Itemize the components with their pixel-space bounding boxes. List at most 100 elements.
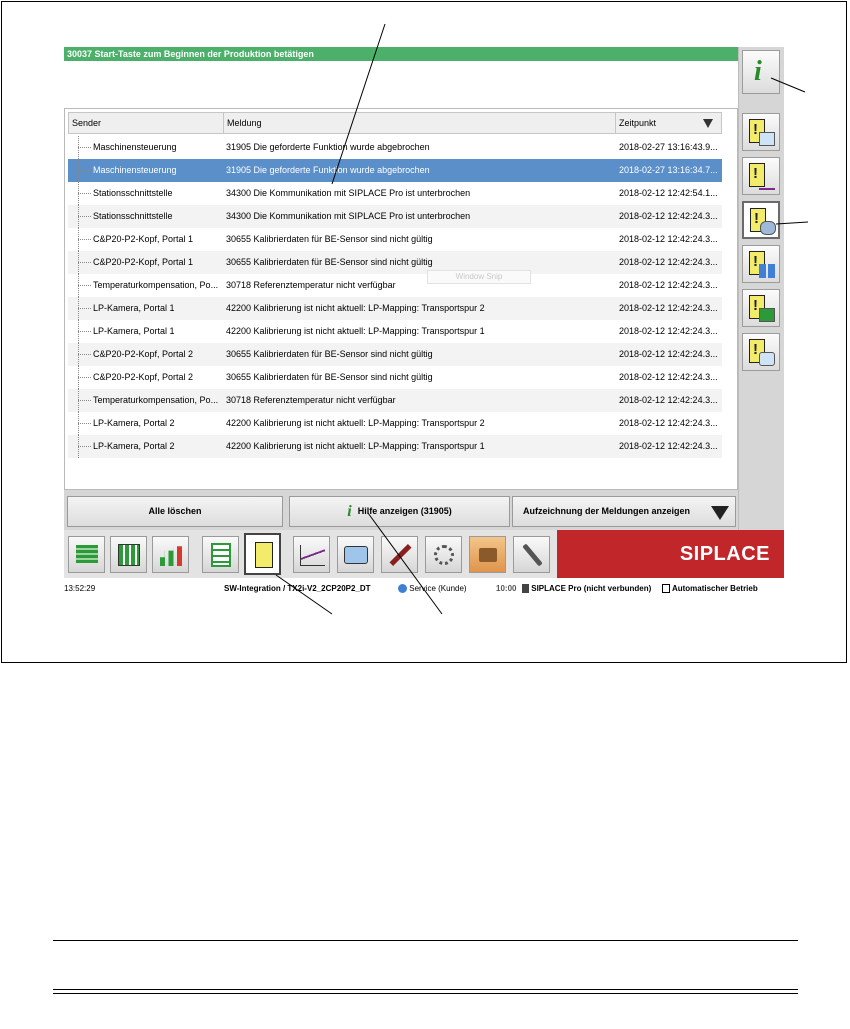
table-header: Sender Meldung Zeitpunkt bbox=[68, 112, 722, 134]
cell-time: 2018-02-12 12:42:24.3... bbox=[619, 211, 718, 221]
window-snip-overlay: Window Snip bbox=[427, 270, 531, 284]
status-user: Service (Kunde) bbox=[398, 582, 467, 596]
message-feeder-button[interactable] bbox=[742, 289, 780, 327]
user-icon bbox=[398, 584, 407, 594]
tree-connector bbox=[78, 400, 91, 401]
cell-time: 2018-02-12 12:42:24.3... bbox=[619, 395, 718, 405]
tree-connector bbox=[78, 262, 91, 263]
table-row[interactable]: Stationsschnittstelle 34300 Die Kommunika… bbox=[68, 182, 722, 205]
message-bars-button[interactable] bbox=[742, 245, 780, 283]
cell-message: 30655 Kalibrierdaten für BE-Sensor sind … bbox=[226, 257, 433, 267]
cell-sender: LP-Kamera, Portal 1 bbox=[93, 326, 175, 336]
toolbar-camera-button[interactable] bbox=[337, 536, 374, 573]
toolbar-grid-button[interactable] bbox=[110, 536, 147, 573]
cell-message: 30655 Kalibrierdaten für BE-Sensor sind … bbox=[226, 372, 433, 382]
cell-sender: C&P20-P2-Kopf, Portal 1 bbox=[93, 234, 194, 244]
cell-time: 2018-02-12 12:42:24.3... bbox=[619, 418, 718, 428]
cell-sender: Maschinensteuerung bbox=[93, 142, 177, 152]
mode-icon bbox=[662, 584, 670, 594]
tree-connector bbox=[78, 216, 91, 217]
cell-time: 2018-02-12 12:42:24.3... bbox=[619, 303, 718, 313]
line-chart-icon bbox=[300, 545, 325, 566]
cell-sender: LP-Kamera, Portal 2 bbox=[93, 441, 175, 451]
info-button[interactable]: i bbox=[742, 50, 780, 94]
toolbar-layout-button[interactable] bbox=[202, 536, 239, 573]
message-monitor-button[interactable] bbox=[742, 113, 780, 151]
message-camera-button[interactable] bbox=[742, 333, 780, 371]
column-header-message[interactable]: Meldung bbox=[224, 113, 616, 133]
table-row[interactable]: Temperaturkompensation, Po... 30718 Refer… bbox=[68, 389, 722, 412]
show-log-button[interactable]: Aufzeichnung der Meldungen anzeigen bbox=[512, 496, 736, 527]
table-row[interactable]: Stationsschnittstelle 34300 Die Kommunika… bbox=[68, 205, 722, 228]
bar-chart-icon bbox=[160, 546, 182, 566]
table-row[interactable]: C&P20-P2-Kopf, Portal 1 30655 Kalibrierda… bbox=[68, 251, 722, 274]
cell-sender: Temperaturkompensation, Po... bbox=[93, 280, 219, 290]
tree-connector bbox=[78, 239, 91, 240]
cell-message: 30718 Referenztemperatur nicht verfügbar bbox=[226, 395, 396, 405]
toolbar-stack-button[interactable] bbox=[68, 536, 105, 573]
toolbar-wrench-button[interactable] bbox=[513, 536, 550, 573]
table-row[interactable]: C&P20-P2-Kopf, Portal 2 30655 Kalibrierda… bbox=[68, 343, 722, 366]
show-help-button[interactable]: i Hilfe anzeigen (31905) bbox=[289, 496, 510, 527]
main-toolbar: SIPLACE bbox=[64, 530, 784, 578]
toolbar-barchart-button[interactable] bbox=[152, 536, 189, 573]
cell-time: 2018-02-12 12:42:24.3... bbox=[619, 257, 718, 267]
message-operator-button[interactable] bbox=[742, 201, 780, 239]
toolbar-tool-button[interactable] bbox=[381, 536, 418, 573]
oil-can-icon bbox=[479, 548, 497, 562]
messages-icon bbox=[255, 542, 273, 568]
cell-time: 2018-02-12 12:42:24.3... bbox=[619, 234, 718, 244]
tool-icon bbox=[389, 544, 412, 566]
table-row[interactable]: Maschinensteuerung 31905 Die geforderte F… bbox=[68, 136, 722, 159]
toolbar-oil-button[interactable] bbox=[469, 536, 506, 573]
status-clock: 13:52:29 bbox=[64, 584, 96, 593]
cell-time: 2018-02-27 13:16:34.7... bbox=[619, 165, 718, 175]
table-row[interactable]: LP-Kamera, Portal 2 42200 Kalibrierung is… bbox=[68, 435, 722, 458]
status-user-time: 10:00 bbox=[496, 584, 517, 593]
tree-connector bbox=[78, 285, 91, 286]
table-row[interactable]: LP-Kamera, Portal 1 42200 Kalibrierung is… bbox=[68, 297, 722, 320]
hand-subicon bbox=[760, 221, 776, 235]
cell-sender: Temperaturkompensation, Po... bbox=[93, 395, 219, 405]
tree-connector bbox=[78, 446, 91, 447]
table-row[interactable]: LP-Kamera, Portal 1 42200 Kalibrierung is… bbox=[68, 320, 722, 343]
monitor-subicon bbox=[759, 132, 775, 146]
layout-icon bbox=[211, 543, 231, 567]
hand-gear-icon bbox=[434, 545, 454, 565]
cell-sender: Stationsschnittstelle bbox=[93, 188, 173, 198]
feeder-subicon bbox=[759, 308, 775, 322]
message-chart-button[interactable] bbox=[742, 157, 780, 195]
message-table: Sender Meldung Zeitpunkt Maschinensteuer… bbox=[64, 108, 738, 490]
table-row[interactable]: LP-Kamera, Portal 2 42200 Kalibrierung is… bbox=[68, 412, 722, 435]
toolbar-messages-button[interactable] bbox=[244, 533, 281, 575]
toolbar-service-button[interactable] bbox=[425, 536, 462, 573]
table-row[interactable]: C&P20-P2-Kopf, Portal 1 30655 Kalibrierda… bbox=[68, 228, 722, 251]
table-row[interactable]: Maschinensteuerung 31905 Die geforderte F… bbox=[68, 159, 722, 182]
wrench-icon bbox=[522, 543, 543, 567]
toolbar-linechart-button[interactable] bbox=[293, 536, 330, 573]
chart-subicon bbox=[759, 176, 775, 190]
cell-message: 34300 Die Kommunikation mit SIPLACE Pro … bbox=[226, 211, 471, 221]
cell-sender: C&P20-P2-Kopf, Portal 1 bbox=[93, 257, 194, 267]
cell-sender: LP-Kamera, Portal 2 bbox=[93, 418, 175, 428]
camera-icon bbox=[344, 546, 368, 564]
tree-connector bbox=[78, 331, 91, 332]
cell-message: 42200 Kalibrierung ist nicht aktuell: LP… bbox=[226, 303, 485, 313]
cell-message: 42200 Kalibrierung ist nicht aktuell: LP… bbox=[226, 418, 485, 428]
clear-all-button[interactable]: Alle löschen bbox=[67, 496, 283, 527]
siplace-logo: SIPLACE bbox=[557, 530, 784, 578]
status-mode-label: Automatischer Betrieb bbox=[671, 584, 758, 593]
factory-icon bbox=[522, 584, 529, 594]
tree-connector bbox=[78, 170, 91, 171]
cell-message: 30718 Referenztemperatur nicht verfügbar bbox=[226, 280, 396, 290]
cell-sender: LP-Kamera, Portal 1 bbox=[93, 303, 175, 313]
divider-line bbox=[53, 993, 798, 994]
table-row[interactable]: Temperaturkompensation, Po... 30718 Refer… bbox=[68, 274, 722, 297]
sort-desc-icon bbox=[703, 119, 713, 128]
column-header-time[interactable]: Zeitpunkt bbox=[616, 113, 721, 133]
tree-connector bbox=[78, 147, 91, 148]
column-header-sender[interactable]: Sender bbox=[69, 113, 224, 133]
table-row[interactable]: C&P20-P2-Kopf, Portal 2 30655 Kalibrierda… bbox=[68, 366, 722, 389]
cell-sender: C&P20-P2-Kopf, Portal 2 bbox=[93, 372, 194, 382]
cell-time: 2018-02-12 12:42:24.3... bbox=[619, 441, 718, 451]
